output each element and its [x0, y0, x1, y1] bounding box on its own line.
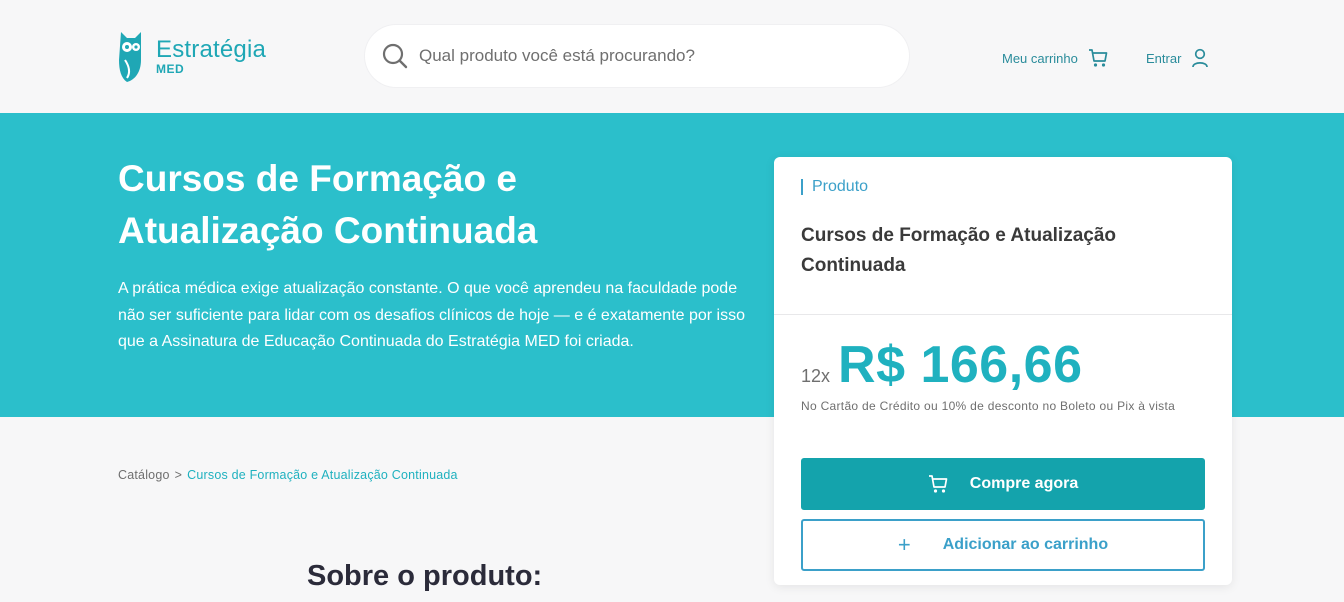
price-row: 12x R$ 166,66	[801, 335, 1083, 395]
product-card: Produto Cursos de Formação e Atualização…	[774, 157, 1232, 585]
buy-now-button[interactable]: Compre agora	[801, 458, 1205, 510]
price: R$ 166,66	[838, 336, 1083, 394]
cart-icon	[928, 475, 948, 493]
add-to-cart-label: Adicionar ao carrinho	[942, 536, 1109, 553]
product-name: Cursos de Formação e Atualização Continu…	[801, 225, 1117, 276]
installments: 12x	[801, 366, 831, 386]
hero-description: A prática médica exige atualização const…	[118, 280, 745, 350]
owl-logo-icon	[119, 32, 141, 82]
search-icon[interactable]	[381, 42, 409, 70]
breadcrumb-root[interactable]: Catálogo	[118, 468, 170, 482]
search-input[interactable]	[419, 46, 859, 66]
top-header: Estratégia MED Meu carrinho Entrar	[0, 0, 1344, 113]
login-link[interactable]: Entrar	[1146, 45, 1209, 71]
cart-link[interactable]: Meu carrinho	[1002, 45, 1108, 71]
plus-icon: +	[897, 532, 911, 557]
search-bar	[365, 25, 909, 87]
breadcrumb-separator: >	[174, 468, 183, 482]
price-note: No Cartão de Crédito ou 10% de desconto …	[801, 399, 1176, 413]
breadcrumb: Catálogo > Cursos de Formação e Atualizaçã…	[118, 468, 458, 482]
user-icon	[1192, 48, 1209, 68]
logo[interactable]: Estratégia MED	[117, 30, 266, 82]
section-title: Sobre o produto:	[307, 560, 543, 592]
buy-now-label: Compre agora	[969, 475, 1079, 492]
cart-label: Meu carrinho	[1002, 50, 1078, 66]
page-title: Cursos de Formação e Atualização Continu…	[118, 158, 538, 251]
product-tag: Produto	[801, 179, 868, 195]
cart-icon	[1088, 49, 1108, 67]
breadcrumb-current[interactable]: Cursos de Formação e Atualização Continu…	[187, 468, 458, 482]
login-label: Entrar	[1146, 50, 1182, 66]
logo-name: Estratégia	[156, 35, 267, 63]
add-to-cart-button[interactable]: + Adicionar ao carrinho	[801, 519, 1205, 571]
card-divider	[774, 314, 1232, 315]
logo-sub: MED	[156, 61, 185, 76]
